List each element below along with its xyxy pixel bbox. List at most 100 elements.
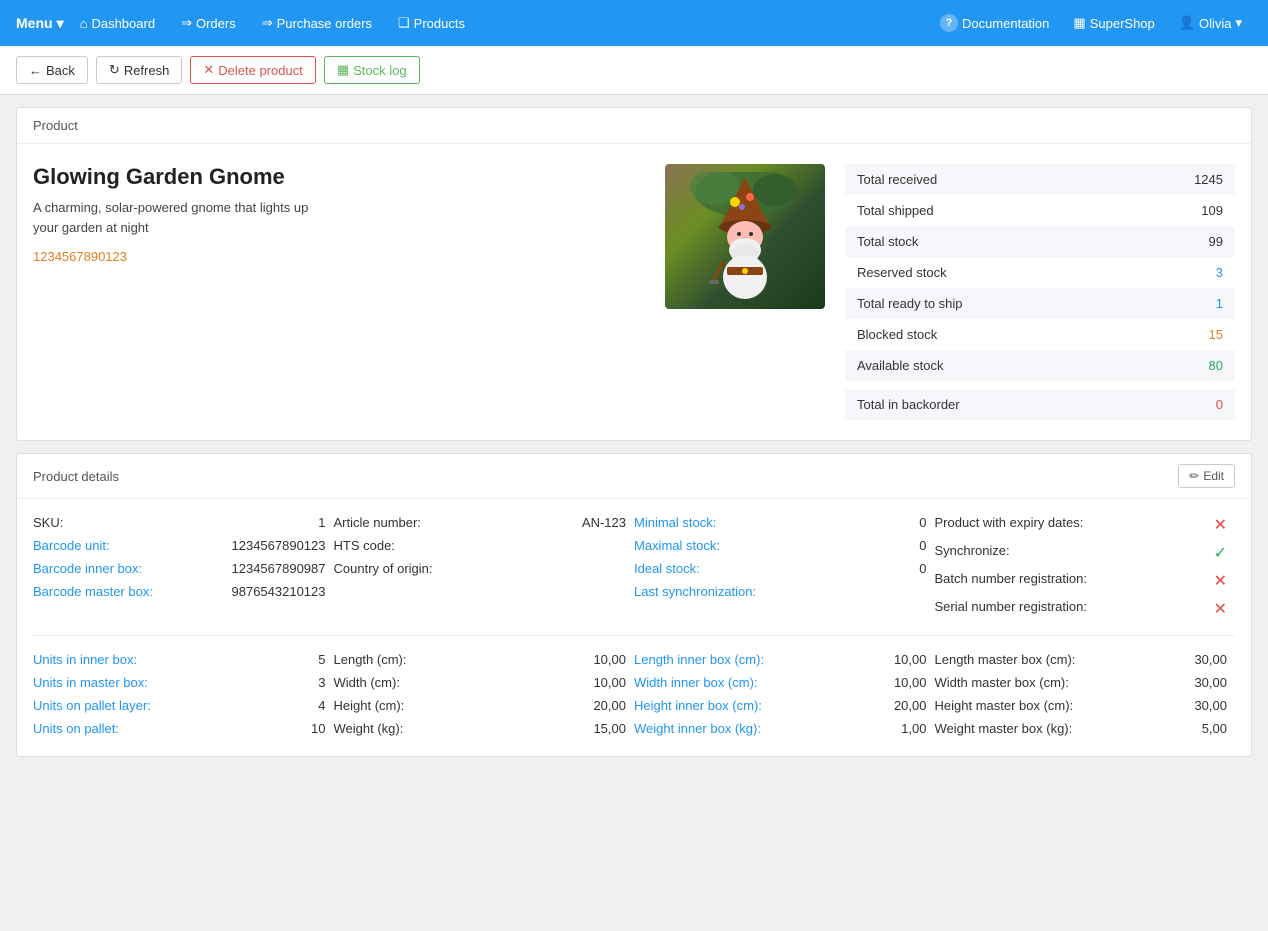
home-icon: ⌂ [80, 16, 88, 31]
product-details-card: Product details ✏ Edit SKU: 1 Barcode un… [16, 453, 1252, 757]
stat-row-available-stock: Available stock 80 [845, 350, 1235, 381]
detail-weight: Weight (kg): 15,00 [334, 717, 635, 740]
details-col-3: Minimal stock: 0 Maximal stock: 0 Ideal … [634, 511, 935, 623]
toolbar: ← Back ↻ Refresh ✕ Delete product ▦ Stoc… [0, 46, 1268, 95]
detail-height-inner-box-label: Height inner box (cm): [634, 698, 762, 713]
detail-synchronize: Synchronize: ✓ [935, 539, 1236, 567]
details-col-4: Product with expiry dates: ✕ Synchronize… [935, 511, 1236, 623]
details-col2-2: Length (cm): 10,00 Width (cm): 10,00 Hei… [334, 648, 635, 740]
detail-barcode-inner-box: Barcode inner box: 1234567890987 [33, 557, 334, 580]
detail-weight-value: 15,00 [593, 721, 626, 736]
details-grid-1: SKU: 1 Barcode unit: 1234567890123 Barco… [17, 499, 1251, 627]
products-icon: ❑ [398, 15, 410, 31]
detail-weight-inner-box-value: 1,00 [901, 721, 926, 736]
detail-units-master-box-label: Units in master box: [33, 675, 148, 690]
detail-length-inner-box-value: 10,00 [894, 652, 927, 667]
nav-documentation[interactable]: ? Documentation [930, 14, 1059, 32]
detail-article-number-label: Article number: [334, 515, 421, 530]
detail-length-master-box: Length master box (cm): 30,00 [935, 648, 1236, 671]
detail-width-inner-box-label: Width inner box (cm): [634, 675, 758, 690]
detail-sku-label: SKU: [33, 515, 63, 530]
stat-label-total-ready-to-ship: Total ready to ship [857, 296, 963, 311]
detail-width-label: Width (cm): [334, 675, 400, 690]
menu-button[interactable]: Menu ▾ [16, 15, 64, 32]
product-card-body: Glowing Garden Gnome A charming, solar-p… [17, 144, 1251, 440]
detail-maximal-stock-label: Maximal stock: [634, 538, 720, 553]
nav-orders[interactable]: ⇒ Orders [171, 15, 246, 31]
product-layout: Glowing Garden Gnome A charming, solar-p… [33, 164, 1235, 420]
product-info: Glowing Garden Gnome A charming, solar-p… [33, 164, 645, 264]
detail-weight-master-box-value: 5,00 [1202, 721, 1227, 736]
detail-ideal-stock-value: 0 [919, 561, 926, 576]
detail-height-master-box-label: Height master box (cm): [935, 698, 1074, 713]
purchase-orders-icon: ⇒ [262, 15, 273, 31]
detail-synchronize-label: Synchronize: [935, 543, 1010, 563]
delete-product-button[interactable]: ✕ Delete product [190, 56, 315, 84]
edit-button[interactable]: ✏ Edit [1178, 464, 1235, 488]
nav-purchase-orders[interactable]: ⇒ Purchase orders [252, 15, 382, 31]
details-col-1: SKU: 1 Barcode unit: 1234567890123 Barco… [33, 511, 334, 623]
detail-units-pallet-label: Units on pallet: [33, 721, 119, 736]
stat-row-total-received: Total received 1245 [845, 164, 1235, 195]
detail-units-pallet-value: 10 [311, 721, 325, 736]
details-col-2: Article number: AN-123 HTS code: Country… [334, 511, 635, 623]
details-col2-3: Length inner box (cm): 10,00 Width inner… [634, 648, 935, 740]
nav-dashboard[interactable]: ⌂ Dashboard [70, 16, 165, 31]
detail-units-pallet-layer-label: Units on pallet layer: [33, 698, 151, 713]
detail-article-number-value: AN-123 [582, 515, 626, 530]
stat-label-total-received: Total received [857, 172, 937, 187]
product-name: Glowing Garden Gnome [33, 164, 645, 190]
detail-serial-number: Serial number registration: ✕ [935, 595, 1236, 623]
detail-height-value: 20,00 [593, 698, 626, 713]
detail-expiry-dates-label: Product with expiry dates: [935, 515, 1084, 535]
detail-units-pallet-layer: Units on pallet layer: 4 [33, 694, 334, 717]
product-description: A charming, solar-powered gnome that lig… [33, 198, 645, 237]
product-card-header: Product [17, 108, 1251, 144]
product-details-header: Product details ✏ Edit [17, 454, 1251, 499]
nav-user[interactable]: 👤 Olivia ▾ [1169, 15, 1252, 31]
detail-units-inner-box: Units in inner box: 5 [33, 648, 334, 671]
product-card: Product Glowing Garden Gnome A charming,… [16, 107, 1252, 441]
detail-width-master-box-label: Width master box (cm): [935, 675, 1069, 690]
refresh-button[interactable]: ↻ Refresh [96, 56, 182, 84]
detail-minimal-stock: Minimal stock: 0 [634, 511, 935, 534]
stat-label-total-shipped: Total shipped [857, 203, 934, 218]
detail-batch-number-label: Batch number registration: [935, 571, 1087, 591]
chevron-down-icon: ▾ [57, 15, 64, 32]
stat-label-blocked-stock: Blocked stock [857, 327, 937, 342]
detail-hts-code-label: HTS code: [334, 538, 395, 553]
detail-units-master-box: Units in master box: 3 [33, 671, 334, 694]
detail-maximal-stock: Maximal stock: 0 [634, 534, 935, 557]
detail-barcode-inner-box-label: Barcode inner box: [33, 561, 142, 576]
menu-label: Menu [16, 15, 53, 31]
stat-value-total-shipped: 109 [1201, 203, 1223, 218]
detail-height-master-box: Height master box (cm): 30,00 [935, 694, 1236, 717]
stat-label-reserved-stock: Reserved stock [857, 265, 947, 280]
detail-sku-value: 1 [318, 515, 325, 530]
detail-width-value: 10,00 [593, 675, 626, 690]
details-grid-2: Units in inner box: 5 Units in master bo… [17, 644, 1251, 756]
detail-barcode-master-box-value: 9876543210123 [232, 584, 326, 599]
detail-width-inner-box: Width inner box (cm): 10,00 [634, 671, 935, 694]
nav-products[interactable]: ❑ Products [388, 15, 475, 31]
detail-height-label: Height (cm): [334, 698, 405, 713]
detail-minimal-stock-label: Minimal stock: [634, 515, 716, 530]
detail-height-inner-box-value: 20,00 [894, 698, 927, 713]
detail-length-inner-box-label: Length inner box (cm): [634, 652, 764, 667]
product-stats: Total received 1245 Total shipped 109 To… [845, 164, 1235, 420]
product-section-title: Product [33, 118, 78, 133]
stat-row-total-ready-to-ship: Total ready to ship 1 [845, 288, 1235, 319]
detail-barcode-unit: Barcode unit: 1234567890123 [33, 534, 334, 557]
details-col2-4: Length master box (cm): 30,00 Width mast… [935, 648, 1236, 740]
detail-units-inner-box-value: 5 [318, 652, 325, 667]
detail-maximal-stock-value: 0 [919, 538, 926, 553]
detail-barcode-unit-value: 1234567890123 [232, 538, 326, 553]
nav-shop[interactable]: ▦ SuperShop [1063, 15, 1164, 31]
detail-units-pallet-layer-value: 4 [318, 698, 325, 713]
stat-value-total-received: 1245 [1194, 172, 1223, 187]
stat-row-total-shipped: Total shipped 109 [845, 195, 1235, 226]
stock-log-button[interactable]: ▦ Stock log [324, 56, 420, 84]
detail-height-master-box-value: 30,00 [1194, 698, 1227, 713]
back-button[interactable]: ← Back [16, 56, 88, 84]
detail-height-inner-box: Height inner box (cm): 20,00 [634, 694, 935, 717]
